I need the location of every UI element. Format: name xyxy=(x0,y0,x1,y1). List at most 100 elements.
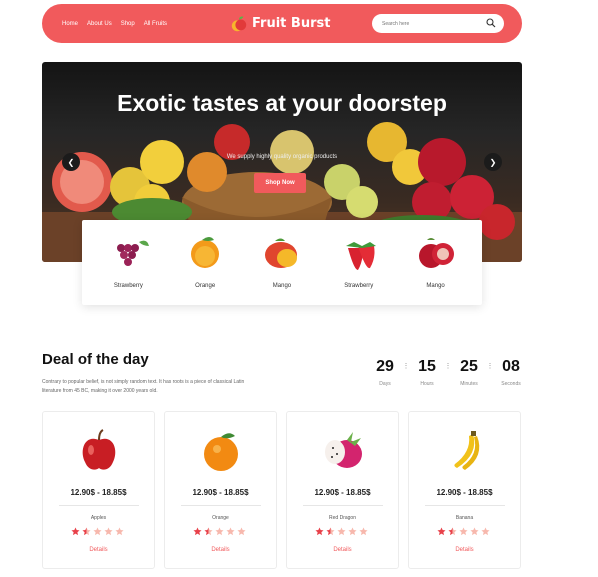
search-input[interactable] xyxy=(382,14,482,33)
strawberry-icon xyxy=(345,242,376,270)
countdown-value: 15 xyxy=(418,358,436,375)
star-icon xyxy=(437,527,446,536)
hero-subtitle: We supply highly quality organic product… xyxy=(226,154,338,160)
countdown-label: Hours xyxy=(420,381,434,387)
countdown-separator: ⋮ xyxy=(486,363,494,370)
shop-now-button[interactable]: Shop Now xyxy=(254,173,306,193)
star-icon xyxy=(326,527,335,536)
star-icon xyxy=(470,527,479,536)
category-item[interactable]: Mango xyxy=(252,234,312,289)
brand[interactable]: Fruit Burst xyxy=(230,4,330,43)
countdown-timer: 29 Days ⋮ 15 Hours ⋮ 25 Minutes ⋮ 08 Sec… xyxy=(370,358,526,387)
star-icon xyxy=(93,527,102,536)
star-icon xyxy=(359,527,368,536)
card-divider xyxy=(181,505,261,506)
category-label: Mango xyxy=(426,283,445,289)
category-item[interactable]: Strawberry xyxy=(329,234,389,289)
category-label: Mango xyxy=(272,283,292,289)
countdown-hours: 15 Hours xyxy=(412,358,442,387)
category-label: Orange xyxy=(195,283,216,289)
top-navbar: Home About Us Shop All Fruits Fruit Burs… xyxy=(42,4,522,43)
countdown-value: 08 xyxy=(502,358,520,375)
chevron-left-icon: ❮ xyxy=(67,157,75,167)
details-link[interactable]: Details xyxy=(165,547,276,553)
carousel-next-button[interactable]: ❯ xyxy=(484,153,502,171)
star-icon xyxy=(204,527,213,536)
deal-title: Deal of the day xyxy=(42,351,149,368)
pomegranate-icon xyxy=(418,238,454,268)
product-price: 12.90$ - 18.85$ xyxy=(436,488,493,497)
rating-stars xyxy=(437,527,490,536)
details-link[interactable]: Details xyxy=(287,547,398,553)
mango-icon xyxy=(264,238,297,268)
star-icon xyxy=(481,527,490,536)
nav-link-shop[interactable]: Shop xyxy=(121,21,135,27)
dragon-fruit-icon xyxy=(325,432,362,468)
product-card[interactable]: 12.90$ - 18.85$ Banana Details xyxy=(408,411,521,569)
countdown-value: 29 xyxy=(376,358,394,375)
search-icon[interactable] xyxy=(486,18,496,28)
hero-title: Exotic tastes at your doorstep xyxy=(117,90,447,116)
star-icon xyxy=(337,527,346,536)
chevron-right-icon: ❯ xyxy=(489,157,497,167)
countdown-minutes: 25 Minutes xyxy=(454,358,484,387)
rating-stars xyxy=(315,527,368,536)
card-divider xyxy=(303,505,383,506)
countdown-label: Days xyxy=(379,381,391,387)
nav-links: Home About Us Shop All Fruits xyxy=(62,4,167,43)
rating-stars xyxy=(71,527,124,536)
countdown-days: 29 Days xyxy=(370,358,400,387)
details-link[interactable]: Details xyxy=(409,547,520,553)
nav-link-about[interactable]: About Us xyxy=(87,21,112,27)
card-divider xyxy=(425,505,505,506)
countdown-seconds: 08 Seconds xyxy=(496,358,526,387)
star-icon xyxy=(237,527,246,536)
product-price: 12.90$ - 18.85$ xyxy=(192,488,249,497)
product-name: Red Dragon xyxy=(329,515,356,521)
product-name: Apples xyxy=(90,515,107,521)
brand-name: Fruit Burst xyxy=(252,16,331,31)
countdown-value: 25 xyxy=(460,358,478,375)
orange-icon xyxy=(191,237,220,268)
card-divider xyxy=(59,505,139,506)
carousel-prev-button[interactable]: ❮ xyxy=(62,153,80,171)
category-item[interactable]: Mango xyxy=(406,234,466,289)
search-box xyxy=(372,14,504,33)
orange-icon xyxy=(204,433,238,471)
fruit-logo-icon xyxy=(231,15,247,31)
product-price: 12.90$ - 18.85$ xyxy=(314,488,371,497)
rating-stars xyxy=(193,527,246,536)
star-icon xyxy=(459,527,468,536)
details-link[interactable]: Details xyxy=(43,547,154,553)
product-card[interactable]: 12.90$ - 18.85$ Apples Details xyxy=(42,411,155,569)
product-card[interactable]: 12.90$ - 18.85$ Red Dragon Details xyxy=(286,411,399,569)
category-label: Strawberry xyxy=(113,283,143,289)
star-icon xyxy=(104,527,113,536)
star-icon xyxy=(448,527,457,536)
star-icon xyxy=(226,527,235,536)
countdown-separator: ⋮ xyxy=(444,363,452,370)
nav-link-home[interactable]: Home xyxy=(62,21,78,27)
star-icon xyxy=(315,527,324,536)
star-icon xyxy=(115,527,124,536)
product-price: 12.90$ - 18.85$ xyxy=(70,488,127,497)
product-name: Orange xyxy=(212,515,229,521)
apple-icon xyxy=(82,429,116,470)
star-icon xyxy=(348,527,357,536)
product-grid: 12.90$ - 18.85$ Apples Details 12.90$ - … xyxy=(42,411,521,569)
product-name: Banana xyxy=(455,515,474,521)
category-strip: Strawberry Orange Mango Strawberry Mango xyxy=(82,220,482,305)
star-icon xyxy=(193,527,202,536)
star-icon xyxy=(215,527,224,536)
category-item[interactable]: Strawberry xyxy=(98,234,158,289)
nav-link-all-fruits[interactable]: All Fruits xyxy=(144,21,167,27)
star-icon xyxy=(71,527,80,536)
star-icon xyxy=(82,527,91,536)
countdown-separator: ⋮ xyxy=(402,363,410,370)
category-label: Strawberry xyxy=(344,283,374,289)
countdown-label: Minutes xyxy=(460,381,478,387)
deal-description: Contrary to popular belief, is not simpl… xyxy=(42,379,245,394)
category-item[interactable]: Orange xyxy=(175,234,235,289)
product-card[interactable]: 12.90$ - 18.85$ Orange Details xyxy=(164,411,277,569)
countdown-label: Seconds xyxy=(501,381,521,387)
